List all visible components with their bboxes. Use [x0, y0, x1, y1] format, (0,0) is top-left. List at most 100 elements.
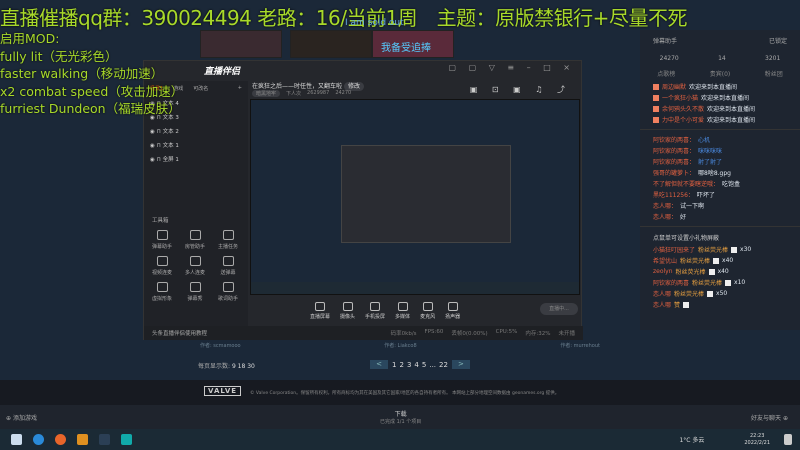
lock-icon[interactable]: ⊓ — [157, 129, 161, 135]
layer-item[interactable]: ◉ ⊓ 文本 2 — [150, 124, 248, 138]
tool-item[interactable]: 歌词助手 — [213, 282, 243, 302]
per-page-options[interactable]: 9 18 30 — [232, 363, 255, 370]
add-scene-button[interactable]: + — [238, 85, 242, 92]
game-thumbnail[interactable] — [200, 30, 282, 58]
message: 试一下啊 — [680, 203, 705, 210]
edge-icon[interactable] — [33, 434, 44, 445]
next-page-button[interactable]: > — [451, 360, 470, 369]
page-link[interactable]: 22 — [439, 361, 448, 369]
toolbar-button[interactable]: 多媒体 — [395, 301, 410, 320]
weather[interactable]: 1°C 多云 — [679, 435, 704, 444]
page-link[interactable]: 4 — [414, 361, 418, 369]
start-icon[interactable] — [11, 434, 22, 445]
eye-icon[interactable]: ◉ — [150, 129, 155, 135]
tool-item[interactable]: 送弹幕 — [213, 256, 243, 276]
username[interactable]: 恋人哪： — [653, 212, 677, 221]
username[interactable]: 恋人哪 — [653, 300, 671, 309]
game-thumbnail[interactable]: 我备受追捧 — [372, 30, 454, 58]
page-link[interactable]: ... — [429, 361, 436, 369]
tool-item[interactable]: 虚拟形象 — [147, 282, 177, 302]
page-link[interactable]: 2 — [399, 361, 403, 369]
page-link[interactable]: 5 — [422, 361, 426, 369]
author[interactable]: 作者: Liakco8 — [384, 342, 416, 349]
tool-item[interactable]: 多人连麦 — [180, 256, 210, 276]
danmaku-panel: 弹幕助手 已锁定 24270 14 3201 点歌榜 贵宾(0) 粉丝团 周边幽默 欢迎来到… — [640, 30, 800, 330]
toolbar-button[interactable]: 直播屏幕 — [310, 301, 330, 320]
tool-item[interactable]: 视频连麦 — [147, 256, 177, 276]
steam-icon[interactable] — [99, 434, 110, 445]
author[interactable]: 作者: murrehout — [560, 342, 600, 349]
username[interactable]: 阿钦家的两喜： — [653, 146, 695, 155]
status-bar: 头条直播伴侣使用教程 码率0kb/s FPS:60 丢帧0(0.00%) CPU:5% 内… — [144, 326, 583, 340]
friends-chat-button[interactable]: 好友与聊天 ⊕ — [751, 413, 788, 422]
mods-line: 启用MOD: — [0, 31, 60, 46]
toolbar-button[interactable]: 摄像头 — [340, 301, 355, 320]
downloads-sub: 已完成 1/1 个项目 — [380, 419, 422, 425]
status-value: 丢帧0(0.00%) — [451, 331, 488, 337]
lock-icon[interactable]: ⊓ — [157, 143, 161, 149]
window-controls[interactable]: ▢ ▢ ▽ ≡ – □ × — [449, 63, 576, 72]
username[interactable]: 阿钦家的两喜 — [653, 278, 689, 287]
downloads-label: 下载 — [394, 411, 407, 418]
tool-item[interactable]: 弹幕秀 — [180, 282, 210, 302]
welcome-row: 力中是个小可爱 欢迎来到本直播间 — [640, 114, 800, 125]
username[interactable]: 强哥的罐萝卜： — [653, 168, 695, 177]
layer-item[interactable]: ◉ ⊓ 全屏 1 — [150, 152, 248, 166]
pagination: <1 2 3 4 5... 22 > — [370, 360, 470, 369]
toolbar-icon — [370, 301, 381, 311]
username[interactable]: 不了解但就不要瞎逆哦： — [653, 179, 719, 188]
gift-count: x30 — [740, 246, 752, 253]
eye-icon[interactable]: ◉ — [150, 143, 155, 149]
live-companion-icon[interactable] — [77, 434, 88, 445]
username[interactable]: 阿钦家的两喜： — [653, 135, 695, 144]
toolbar-button[interactable]: 麦克风 — [420, 301, 435, 320]
username[interactable]: 小猫狂叮园来了 — [653, 245, 695, 254]
clock[interactable]: 22:23 2022/2/21 — [744, 433, 770, 447]
username[interactable]: 一个疯狂小猫 — [662, 93, 698, 102]
message: 心机 — [698, 137, 711, 144]
tool-item[interactable]: 房管助手 — [180, 230, 210, 250]
live-companion-window: 直播伴侣 ▢ ▢ ▽ ≡ – □ × 场景1 游戏 可改名 + ◉ ⊓ 文本 4 ◉ ⊓… — [143, 60, 583, 340]
game-thumbnail[interactable] — [290, 30, 372, 58]
tool-item[interactable]: 主播任务 — [213, 230, 243, 250]
eye-icon[interactable]: ◉ — [150, 157, 155, 163]
layer-item[interactable]: ◉ ⊓ 文本 1 — [150, 138, 248, 152]
tool-item[interactable]: 弹幕助手 — [147, 230, 177, 250]
room-actions[interactable]: ▣ ⊡ ▣ ♫ ⤴ — [470, 84, 571, 95]
toolbar-button[interactable]: 扬声器 — [445, 301, 461, 320]
lock-icon[interactable]: ⊓ — [157, 157, 161, 163]
page-link[interactable]: 3 — [407, 361, 411, 369]
username[interactable]: 余何鸦头久不散 — [662, 104, 704, 113]
username[interactable]: 恋人哪： — [653, 201, 677, 210]
chat-message: 阿钦家的两喜： 射了射了 — [640, 156, 800, 167]
author[interactable]: 作者: scmamooo — [200, 342, 241, 349]
notification-icon[interactable] — [784, 434, 792, 445]
username[interactable]: 希望优山 — [653, 256, 677, 265]
username[interactable]: 周边幽默 — [662, 82, 686, 91]
tab-vip[interactable]: 贵宾(0) — [710, 69, 731, 78]
username[interactable]: 力中是个小可爱 — [662, 115, 704, 124]
prev-page-button[interactable]: < — [370, 360, 388, 369]
tab-fans[interactable]: 粉丝团 — [765, 69, 783, 78]
toolbar-label: 手机投屏 — [365, 313, 386, 320]
toolbar-label: 扬声器 — [445, 313, 461, 320]
firefox-icon[interactable] — [55, 434, 66, 445]
gift-row: 希望优山 粉丝荧光棒 x40 — [640, 255, 800, 266]
page-link[interactable]: 1 — [392, 361, 396, 369]
status-value: CPU:5% — [495, 329, 518, 335]
app-icon[interactable] — [121, 434, 132, 445]
category[interactable]: 暗黑地牢 — [252, 90, 281, 97]
go-live-button[interactable]: 直播中... — [540, 303, 578, 315]
add-game-button[interactable]: ⊕ 添加游戏 — [6, 413, 37, 422]
username[interactable]: 阿钦家的两喜： — [653, 157, 695, 166]
toolbar-button[interactable]: 手机投屏 — [365, 301, 386, 320]
lock-toggle[interactable]: 已锁定 — [769, 36, 787, 45]
username[interactable]: 黑吃111256： — [653, 190, 694, 199]
status-value: 内存:32% — [525, 331, 551, 337]
username[interactable]: 恋人哪 — [653, 289, 671, 298]
tutorial-link[interactable]: 头条直播伴侣使用教程 — [152, 329, 207, 337]
downloads-button[interactable]: 下载 已完成 1/1 个项目 — [380, 409, 421, 425]
tab-rename[interactable]: 可改名 — [193, 85, 208, 92]
username[interactable]: zeolyn — [653, 268, 673, 275]
tab-song[interactable]: 点歌榜 — [657, 69, 675, 78]
